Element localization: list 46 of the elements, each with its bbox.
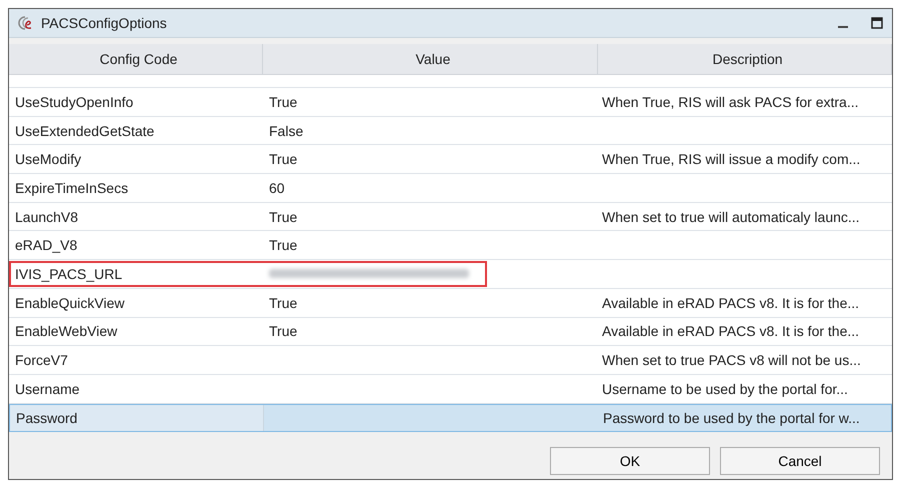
table-row[interactable]: ExpireTimeInSecs 60 xyxy=(9,174,892,203)
column-header[interactable]: Config Code xyxy=(9,44,263,74)
table-cell: Password xyxy=(10,404,264,432)
table-cell-text: True xyxy=(268,208,298,227)
table-cell-text: Available in eRAD PACS v8. It is for the... xyxy=(601,322,860,342)
table-cell-text: True xyxy=(268,236,298,256)
dialog-button[interactable]: Cancel xyxy=(720,447,880,475)
table-cell-text: Available in eRAD PACS v8. It is for the... xyxy=(601,294,860,313)
table-cell-text: When True, RIS will issue a modify com... xyxy=(601,150,862,170)
table-cell-text: LaunchV8 xyxy=(14,208,80,227)
table-cell-text: 60 xyxy=(268,178,286,198)
table-row[interactable]: EnableWebView True Available in eRAD PACS v8. It is for the... xyxy=(9,318,892,346)
table-cell-text: ForceV7 xyxy=(14,351,69,370)
table-cell-text: UseModify xyxy=(14,150,82,170)
dialog-button[interactable]: OK xyxy=(550,447,710,475)
table-cell-text: EnableQuickView xyxy=(14,294,126,313)
table-row[interactable]: LaunchV8 True When set to true will automaticaly launc... xyxy=(9,202,892,232)
table-cell-text: ExpireTimeInSecs xyxy=(14,178,130,198)
table-cell-text: When set to true will automaticaly launc... xyxy=(601,208,861,227)
column-header[interactable]: Description xyxy=(598,44,892,74)
table-row[interactable]: eRAD_V8 True xyxy=(9,231,892,260)
table-row[interactable]: EnableQuickView True Available in eRAD PACS v8. It is for the... xyxy=(9,288,892,318)
table-cell-text: UseExtendedGetState xyxy=(14,122,156,141)
window-title: PACSConfigOptions xyxy=(41,15,168,31)
table-cell-text: IVIS_PACS_URL xyxy=(14,264,124,284)
table-cell-text: True xyxy=(268,92,298,112)
table-row[interactable]: UseStudyOpenInfo True When True, RIS will ask PACS for extra... xyxy=(9,88,892,117)
table-cell-text: Username to be used by the portal for... xyxy=(601,380,849,399)
table-row[interactable]: UseExtendedGetState False xyxy=(9,116,892,146)
maximize-icon[interactable] xyxy=(870,16,884,30)
table-row[interactable]: UseModify True When True, RIS will issue a modify com... xyxy=(9,145,892,174)
table-cell-text: True xyxy=(268,294,298,313)
table-row[interactable]: ForceV7 When set to true PACS v8 will not be us... xyxy=(9,346,892,375)
table-cell-text: When set to true PACS v8 will not be us... xyxy=(601,351,862,370)
table-cell-text: Password to be used by the portal for w... xyxy=(602,408,861,428)
table-cell-text: UseStudyOpenInfo xyxy=(14,92,134,112)
table-cell-text: False xyxy=(268,122,304,141)
table-cell-text: When True, RIS will ask PACS for extra... xyxy=(601,92,860,112)
table-row[interactable]: Password Password to be used by the portal for w... xyxy=(9,404,892,432)
table-cell-text: eRAD_V8 xyxy=(14,236,78,256)
table-row[interactable]: IVIS_PACS_URL xyxy=(9,260,892,289)
table-cell-text: True xyxy=(268,150,298,170)
table-cell-text: EnableWebView xyxy=(14,322,118,342)
table-cell-text: Username xyxy=(14,380,81,399)
table-cell-text: True xyxy=(268,322,298,342)
column-header[interactable]: Value xyxy=(263,44,598,74)
